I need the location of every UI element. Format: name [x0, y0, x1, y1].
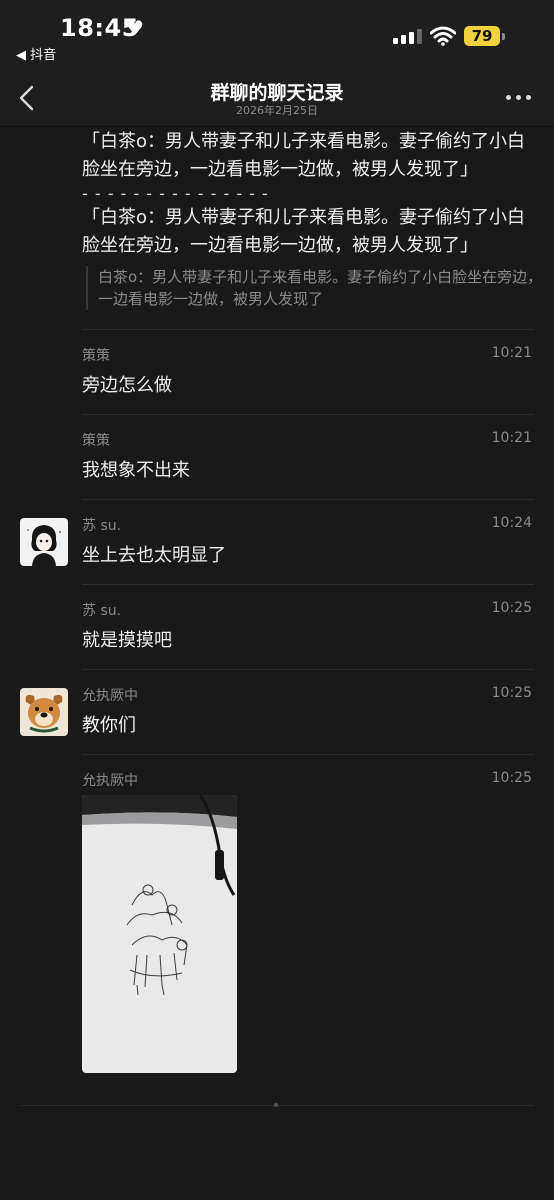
sender-name: 苏 su.	[82, 518, 122, 534]
scroll-indicator	[274, 1103, 278, 1107]
divider	[82, 584, 534, 585]
message-row: 苏 su. 10:25 就是摸摸吧	[0, 584, 554, 668]
photo-message-image[interactable]	[82, 795, 237, 1073]
message-text[interactable]: 我想象不出来	[82, 456, 190, 482]
heart-icon: ♥	[126, 16, 144, 40]
girl-sketch-avatar[interactable]	[20, 518, 68, 566]
message-text[interactable]: 坐上去也太明显了	[82, 541, 226, 567]
dog-avatar[interactable]	[20, 688, 68, 736]
message-time: 10:21	[491, 345, 532, 361]
back-to-app-link[interactable]: ◀ 抖音	[16, 44, 56, 63]
message-row: 策策 10:21 旁边怎么做	[0, 329, 554, 413]
message-time: 10:21	[491, 430, 532, 446]
quote-text-2: 「白茶o：男人带妻子和儿子来看电影。妻子偷约了小白脸坐在旁边，一边看电影一边做，…	[82, 207, 526, 256]
message-time: 10:25	[491, 770, 532, 786]
sender-name: 苏 su.	[82, 603, 122, 619]
message-text[interactable]: 教你们	[82, 711, 136, 737]
message-text[interactable]: 就是摸摸吧	[82, 626, 172, 652]
message-text[interactable]: 旁边怎么做	[82, 371, 172, 397]
status-bar: 18:45 ♥ ◀ 抖音 79	[0, 0, 554, 70]
message-time: 10:25	[491, 685, 532, 701]
message-row: 允执厥中 10:25 教你们	[0, 669, 554, 753]
nav-bar: 群聊的聊天记录 2026年2月25日	[0, 70, 554, 127]
wifi-icon	[430, 26, 456, 46]
sender-name: 策策	[82, 433, 110, 449]
sender-name: 策策	[82, 348, 110, 364]
message-row: 策策 10:21 我想象不出来	[0, 414, 554, 498]
battery-icon: 79	[464, 26, 506, 48]
quote-separator: - - - - - - - - - - - - - - -	[82, 184, 269, 203]
divider	[82, 754, 534, 755]
divider	[82, 499, 534, 500]
page-title: 群聊的聊天记录	[210, 82, 344, 104]
message-time: 10:25	[491, 600, 532, 616]
message-row: 苏 su. 10:24 坐上去也太明显了	[0, 499, 554, 583]
quoted-reference[interactable]: 白茶o：男人带妻子和儿子来看电影。妻子偷约了小白脸坐在旁边，一边看电影一边做，被…	[86, 266, 546, 310]
message-time: 10:24	[491, 515, 532, 531]
sender-name: 允执厥中	[82, 688, 138, 704]
message-row: 允执厥中 10:25	[0, 754, 554, 1084]
signal-icon	[393, 28, 423, 44]
divider	[82, 414, 534, 415]
more-options-icon[interactable]	[504, 92, 534, 102]
quote-text-1: 「白茶o：男人带妻子和儿子来看电影。妻子偷约了小白脸坐在旁边，一边看电影一边做，…	[82, 131, 526, 180]
divider	[82, 329, 534, 330]
battery-level: 79	[464, 26, 500, 46]
forwarded-quote-block: 「白茶o：男人带妻子和儿子来看电影。妻子偷约了小白脸坐在旁边，一边看电影一边做，…	[82, 128, 534, 260]
divider	[82, 669, 534, 670]
page-subtitle-date: 2026年2月25日	[236, 104, 318, 117]
sender-name: 允执厥中	[82, 773, 138, 789]
